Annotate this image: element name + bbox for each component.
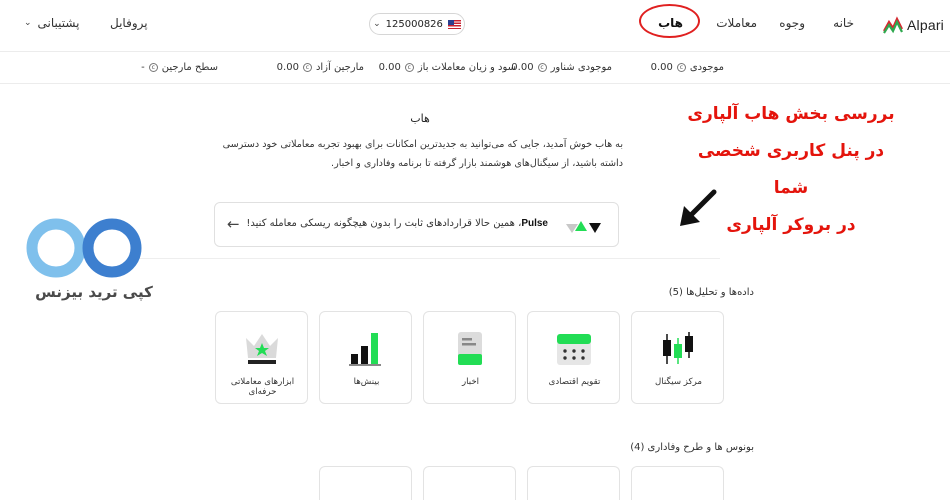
brand-name: Alpari — [907, 17, 944, 33]
tool-card-signal-center[interactable]: مرکز سیگنال — [631, 311, 724, 404]
currency-icon: c — [537, 63, 547, 72]
tool-card-label: بینش‌ها — [353, 377, 380, 387]
calendar-icon — [557, 334, 591, 365]
page-title: هاب — [410, 112, 430, 125]
watermark-text: کپی ترید بیزنس — [35, 283, 153, 301]
tool-card-label: ابزارهای معاملاتی حرفه‌ای — [230, 377, 295, 397]
balance-label: موجودی شناور — [550, 62, 612, 73]
hub-highlight-circle — [639, 4, 700, 38]
hub-description: به هاب خوش آمدید، جایی که می‌توانید به ج… — [222, 139, 623, 169]
nav-support-label: پشتیبانی — [37, 16, 80, 30]
arrow-left-icon[interactable]: ← — [227, 215, 240, 233]
top-navigation: Alpari خانه وجوه معاملات هاب ⌄ 125000826… — [0, 0, 950, 52]
pulse-logo-icon — [566, 221, 601, 233]
balance-item: مارجین آزاد c 0.00 — [277, 62, 364, 73]
balance-item: سود و زیان معاملات باز c 0.00 — [379, 62, 516, 73]
annotation-line: بررسی بخش هاب آلپاری — [687, 104, 895, 124]
chevron-down-icon: ⌄ — [24, 18, 32, 28]
tool-card-pro-tools[interactable]: ابزارهای معاملاتی حرفه‌ای — [215, 311, 308, 404]
nav-funds[interactable]: وجوه — [779, 16, 805, 30]
us-flag-icon — [447, 19, 461, 29]
watermark-logo-icon — [26, 218, 142, 278]
section-title-data: داده‌ها و تحلیل‌ها (5) — [668, 287, 754, 298]
balance-label: مارجین آزاد — [315, 62, 364, 73]
tool-card-label: اخبار — [461, 377, 480, 387]
balance-value: 0.00 — [650, 62, 673, 73]
nav-profile[interactable]: پروفایل — [110, 16, 148, 30]
currency-icon: c — [676, 63, 686, 72]
pulse-banner[interactable]: ← Pulse، همین حالا قراردادهای ثابت را بد… — [214, 202, 619, 247]
bonus-card[interactable] — [527, 466, 620, 500]
tool-card-news[interactable]: اخبار — [423, 311, 516, 404]
news-icon — [458, 332, 482, 365]
alpari-logo-icon — [883, 16, 903, 34]
balance-label: موجودی — [689, 62, 724, 73]
tool-card-label: تقویم اقتصادی — [548, 377, 601, 387]
bonus-card[interactable] — [423, 466, 516, 500]
balance-value: 0.00 — [276, 62, 299, 73]
candlestick-icon — [663, 332, 693, 364]
currency-icon: c — [302, 63, 312, 72]
balance-value: - — [141, 62, 145, 73]
bonus-card[interactable] — [319, 466, 412, 500]
pulse-message: ، همین حالا قراردادهای ثابت را بدون هیچگ… — [246, 218, 522, 229]
currency-icon: c — [148, 63, 158, 72]
pulse-promo-text: Pulse، همین حالا قراردادهای ثابت را بدون… — [246, 218, 548, 229]
tool-card-label: مرکز سیگنال — [655, 377, 702, 387]
balance-item: موجودی c 0.00 — [651, 62, 724, 73]
nav-home[interactable]: خانه — [833, 16, 854, 30]
balance-label: سطح مارجین — [161, 62, 218, 73]
bar-chart-icon — [349, 333, 381, 366]
balance-value: 0.00 — [378, 62, 401, 73]
balance-item: موجودی شناور c 0.00 — [511, 62, 612, 73]
pointer-arrow-icon — [680, 189, 717, 226]
tool-card-economic-calendar[interactable]: تقویم اقتصادی — [527, 311, 620, 404]
account-number: 125000826 — [385, 18, 443, 30]
bonus-card[interactable] — [631, 466, 724, 500]
crown-icon — [246, 334, 278, 364]
brand-logo[interactable]: Alpari — [883, 16, 944, 34]
currency-icon: c — [404, 63, 414, 72]
nav-trades[interactable]: معاملات — [716, 16, 757, 30]
chevron-down-icon: ⌄ — [373, 19, 381, 29]
nav-support[interactable]: ⌄ پشتیبانی — [24, 16, 79, 30]
section-title-bonus: بونوس ها و طرح وفاداری (4) — [630, 442, 754, 453]
balance-strip: موجودی c 0.00 موجودی شناور c 0.00 سود و … — [0, 52, 950, 84]
account-selector[interactable]: ⌄ 125000826 — [369, 13, 465, 35]
pulse-brand: Pulse — [521, 218, 548, 229]
balance-item: سطح مارجین c - — [141, 62, 218, 73]
divider — [128, 258, 720, 259]
balance-label: سود و زیان معاملات باز — [417, 62, 516, 73]
tool-card-insights[interactable]: بینش‌ها — [319, 311, 412, 404]
